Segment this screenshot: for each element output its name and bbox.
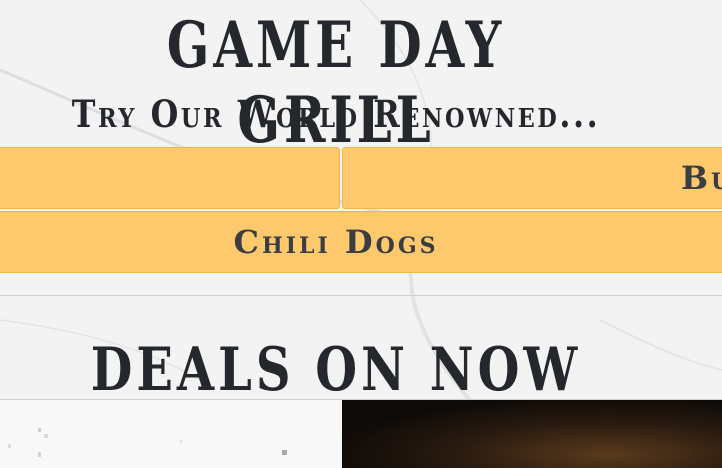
deal-image-texture — [8, 428, 287, 457]
menu-tile-burgers[interactable]: Bur — [342, 147, 722, 209]
menu-tile-1[interactable] — [0, 147, 340, 209]
divider — [0, 295, 722, 296]
deals-heading: DEALS ON NOW — [90, 335, 582, 405]
site-subtitle: Try Our World Renowned... — [71, 92, 601, 136]
menu-tile-label: Bur — [681, 159, 722, 197]
menu-tile-chili-dogs[interactable]: Chili Dogs — [0, 211, 722, 273]
menu-tile-label: Chili Dogs — [233, 223, 439, 261]
deal-image-left[interactable] — [0, 400, 340, 468]
deal-image-right[interactable] — [342, 400, 722, 468]
